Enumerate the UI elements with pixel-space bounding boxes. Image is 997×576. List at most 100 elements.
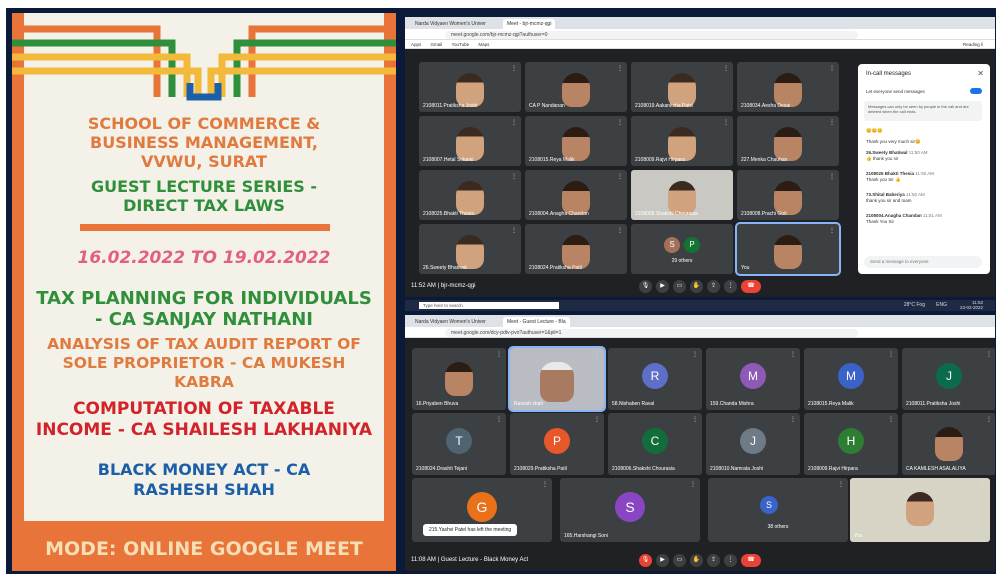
- topic2-line-3: KABRA: [174, 373, 234, 391]
- series-line-1: GUEST LECTURE SERIES -: [90, 177, 318, 196]
- participant-tile[interactable]: 2108015.Reya Malik ⋮: [525, 116, 627, 166]
- participant-tile[interactable]: P 2108029.Pratiksha Patil ⋮: [510, 413, 604, 475]
- participant-tile[interactable]: CA KAMLESH ASALALIYA ⋮: [902, 413, 995, 475]
- participant-tile[interactable]: M 2108015.Reya Malik ⋮: [804, 348, 898, 410]
- participant-tile[interactable]: 2108025.Bhakti Thesia ⋮: [419, 170, 521, 220]
- participant-name: 2108008.Prachi Goti: [741, 211, 787, 217]
- participant-video: [456, 181, 484, 215]
- participant-tile[interactable]: You ⋮: [850, 478, 990, 542]
- participant-video: [562, 181, 590, 215]
- participant-name: 2108015.Reya Malik: [808, 401, 854, 407]
- participant-name: You: [854, 533, 863, 539]
- participant-tile[interactable]: 2108034.Aesha Desai ⋮: [737, 62, 839, 112]
- browser-tab-university-2[interactable]: Narda Vidyaen Women's Univer: [411, 317, 490, 327]
- participant-tile[interactable]: S 165.Harshangi Soni ⋮: [560, 478, 700, 542]
- address-bar: meet.google.com/bjr-mcmz-qgi?authuser=0: [405, 29, 995, 40]
- participant-tile[interactable]: Rasesh shah ⋮: [508, 346, 606, 412]
- chat-toggle-switch[interactable]: [970, 88, 982, 94]
- topic1-line-1: TAX PLANNING FOR INDIVIDUALS: [36, 288, 372, 309]
- participant-tile[interactable]: 2108006.Shakshi Chourasia ⋮: [631, 170, 733, 220]
- mic-icon[interactable]: 🎙: [639, 280, 652, 293]
- mic-off-icon: ⋮: [790, 417, 796, 423]
- mic-off-icon: ⋮: [986, 352, 992, 358]
- participant-avatar: H: [838, 428, 864, 454]
- participant-name: 2108034.Aesha Desai: [741, 103, 791, 109]
- participant-tile[interactable]: 227.Menka Chauhan ⋮: [737, 116, 839, 166]
- browser-tab-meet[interactable]: Meet - bjr-mcmz-qgi: [503, 19, 556, 29]
- mic-off-icon: ⋮: [692, 352, 698, 358]
- participant-tile[interactable]: 2108024.Pratiksha Patil ⋮: [525, 224, 627, 274]
- participant-tile[interactable]: 2108008.Prachi Goti ⋮: [737, 170, 839, 220]
- mic-off-icon[interactable]: 🎙: [639, 554, 652, 567]
- participant-tile[interactable]: M 159.Chanda Mishra ⋮: [706, 348, 800, 410]
- participant-tile[interactable]: 16.Priyaben Bhuva ⋮: [412, 348, 506, 410]
- present-icon-2[interactable]: ⇪: [707, 554, 720, 567]
- participant-tile[interactable]: H 2108009.Rajvi Hirpara ⋮: [804, 413, 898, 475]
- raise-hand-icon-2[interactable]: ✋: [690, 554, 703, 567]
- participant-name: 159.Chanda Mishra: [710, 401, 754, 407]
- participant-tile[interactable]: T 2108024.Drashti Tejani ⋮: [412, 413, 506, 475]
- participant-tile[interactable]: J 2108010.Namrata Joshi ⋮: [706, 413, 800, 475]
- chat-time: 11:50 AM: [907, 150, 928, 155]
- participant-tile[interactable]: J 2108011.Pratiksha Joshi ⋮: [902, 348, 995, 410]
- close-icon[interactable]: ✕: [977, 69, 984, 78]
- participant-tile[interactable]: 2108009.Rajvi Hirpara ⋮: [631, 116, 733, 166]
- more-options-icon[interactable]: ⋮: [724, 280, 737, 293]
- reading-list[interactable]: Reading li: [963, 42, 983, 47]
- mic-off-icon: ⋮: [829, 174, 835, 180]
- participant-tile[interactable]: S 38 others ⋮: [708, 478, 848, 542]
- mic-off-icon: ⋮: [594, 417, 600, 423]
- participant-name: 2108024.Pratiksha Patil: [529, 265, 582, 271]
- chat-time: 11:50 AM: [914, 171, 934, 176]
- present-icon[interactable]: ⇪: [707, 280, 720, 293]
- chat-message: 73.Shital Baberiya 11:50 AM thank you sir…: [866, 192, 925, 204]
- meeting-time-2: 11:08 AM: [411, 557, 436, 563]
- bookmark-gmail[interactable]: Gmail: [431, 42, 443, 47]
- participant-tile[interactable]: 2108011.Pratiksha Joshi ⋮: [419, 62, 521, 112]
- browser-tab-meet-2[interactable]: Meet - Guest Lecture - Bla: [503, 317, 570, 327]
- captions-icon[interactable]: ▭: [673, 280, 686, 293]
- participant-name: 2108015.Reya Malik: [529, 157, 575, 163]
- captions-icon-2[interactable]: ▭: [673, 554, 686, 567]
- chat-text: Thank you very much sir😊: [866, 139, 921, 144]
- chat-author: 2108025 Bhakti Thesia: [866, 171, 915, 176]
- participant-tile[interactable]: C 2108006.Shakshi Chourasia ⋮: [608, 413, 702, 475]
- browser-tab-university[interactable]: Narda Vidyaen Women's Univer: [411, 19, 490, 29]
- taskbar-weather: 28°C Fog: [903, 302, 925, 308]
- participant-avatar: J: [740, 428, 766, 454]
- mic-off-icon: ⋮: [790, 352, 796, 358]
- bookmark-youtube[interactable]: YouTube: [451, 42, 469, 47]
- bookmark-maps[interactable]: Maps: [478, 42, 489, 47]
- school-line-3: VVWU, SURAT: [141, 152, 267, 171]
- camera-icon[interactable]: ▶: [656, 280, 669, 293]
- meeting-time-code: 11:52 AM | bjr-mcmz-qgi: [411, 283, 476, 289]
- camera-icon-2[interactable]: ▶: [656, 554, 669, 567]
- participant-video: [668, 73, 696, 107]
- participant-name: 2108029.Pratiksha Patil: [514, 466, 567, 472]
- participant-tile[interactable]: S P 29 others: [631, 224, 733, 274]
- end-call-icon-2[interactable]: ☎: [741, 554, 761, 567]
- chat-input[interactable]: Send a message to everyone: [864, 256, 982, 268]
- mode-text: MODE: ONLINE GOOGLE MEET: [45, 538, 363, 560]
- browser-tab-strip: Narda Vidyaen Women's Univer Meet - bjr-…: [405, 17, 995, 29]
- chat-text: Thank You Sir: [866, 219, 895, 224]
- participant-name: 2108010.Namrata Joshi: [710, 466, 764, 472]
- participant-tile[interactable]: 2108007.Hetal Solanki ⋮: [419, 116, 521, 166]
- bookmark-apps[interactable]: Apps: [411, 42, 421, 47]
- participant-tile[interactable]: R 58.Nishaben Raval ⋮: [608, 348, 702, 410]
- participant-name: 2108009.Rajvi Hirpara: [808, 466, 858, 472]
- mic-off-icon: ⋮: [496, 417, 502, 423]
- participant-tile[interactable]: You ⋮: [735, 222, 841, 276]
- participant-tile[interactable]: 26.Sweety Bhatiwal ⋮: [419, 224, 521, 274]
- mic-off-icon: ⋮: [980, 482, 986, 488]
- mic-off-icon: ⋮: [511, 66, 517, 72]
- taskbar-search[interactable]: Type here to search: [419, 302, 559, 309]
- participant-tile[interactable]: 2108004.Anagha Chandan ⋮: [525, 170, 627, 220]
- participant-tile[interactable]: 2108019.Aakanksha Patel ⋮: [631, 62, 733, 112]
- raise-hand-icon[interactable]: ✋: [690, 280, 703, 293]
- url-field[interactable]: meet.google.com/bjr-mcmz-qgi?authuser=0: [445, 31, 858, 39]
- participant-tile[interactable]: CA P Nandanan ⋮: [525, 62, 627, 112]
- more-options-icon-2[interactable]: ⋮: [724, 554, 737, 567]
- url-field-2[interactable]: meet.google.com/dcy-pdtv-pvo?authuser=1&…: [445, 329, 858, 337]
- end-call-icon[interactable]: ☎: [741, 280, 761, 293]
